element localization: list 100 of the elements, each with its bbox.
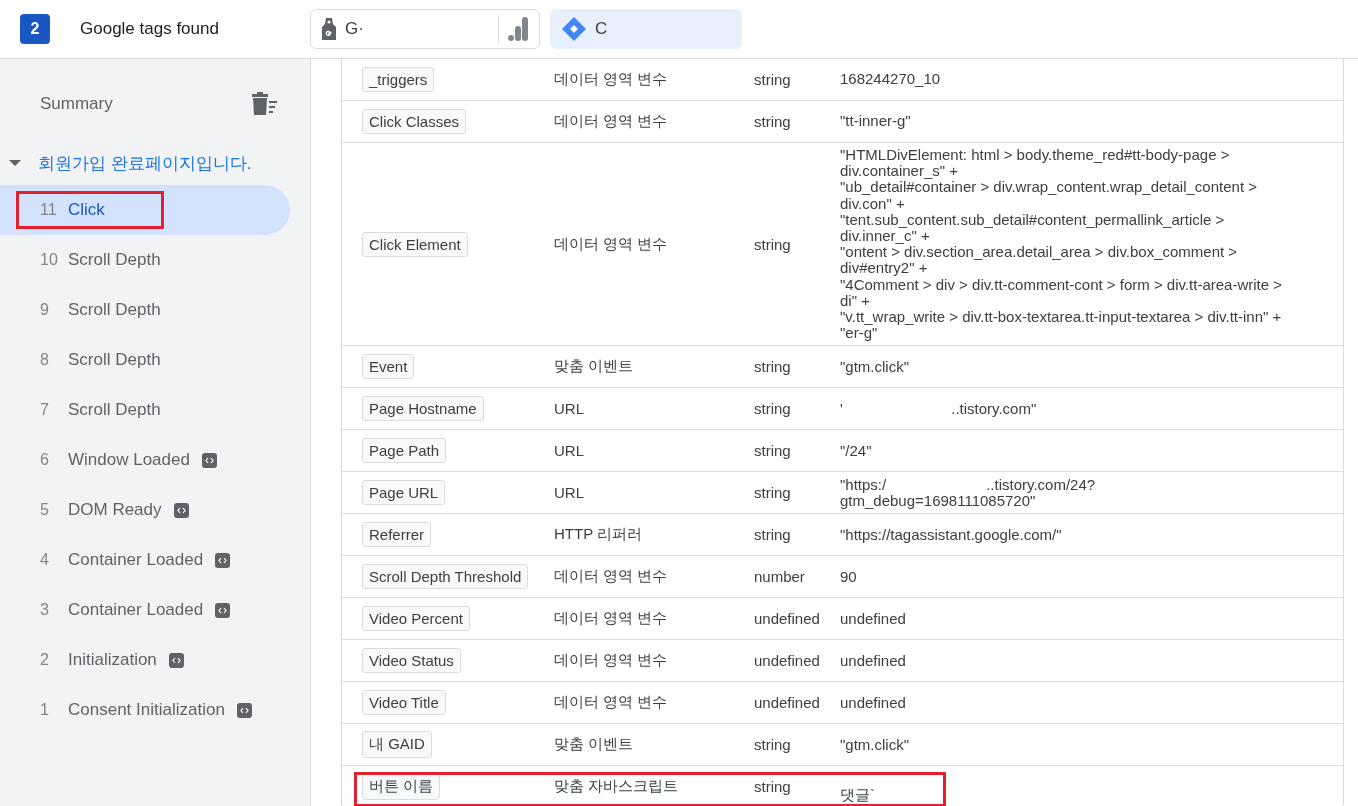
variable-name: Page Path: [362, 438, 447, 464]
variable-name: Video Title: [362, 690, 446, 716]
event-number: 4: [40, 551, 50, 569]
variable-type: 데이터 영역 변수: [554, 693, 669, 713]
event-number: 9: [40, 301, 50, 319]
variable-type: 데이터 영역 변수: [554, 567, 669, 587]
variable-name: Referrer: [362, 522, 431, 548]
event-item[interactable]: 1 Consent Initialization: [0, 685, 290, 735]
variable-value: ' ..tistory.com": [840, 398, 1038, 419]
event-item[interactable]: 11 Click: [0, 185, 290, 235]
variable-value: "https:/ ..tistory.com/24? gtm_debug=1698111085720": [840, 474, 1097, 511]
diamond-icon: [561, 16, 587, 42]
clear-list-icon[interactable]: [250, 92, 278, 116]
event-name: Scroll Depth: [68, 300, 161, 320]
event-item[interactable]: 3 Container Loaded: [0, 585, 290, 635]
event-name: Scroll Depth: [68, 350, 161, 370]
variable-name: Page Hostname: [362, 396, 484, 422]
data-type: string: [754, 235, 792, 253]
event-number: 1: [40, 701, 50, 719]
variable-value: 168244270_10: [840, 69, 942, 90]
variable-type: URL: [554, 484, 585, 502]
data-type: string: [754, 526, 792, 544]
event-name: DOM Ready: [68, 500, 162, 520]
event-item[interactable]: 4 Container Loaded: [0, 535, 290, 585]
analytics-icon: [507, 16, 529, 42]
variable-name: 내 GAID: [362, 731, 432, 759]
variable-name: Scroll Depth Threshold: [362, 564, 529, 590]
variable-type: 맞춤 자바스크립트: [554, 777, 680, 797]
header-title: Google tags found: [80, 19, 220, 39]
variable-value: 90: [840, 566, 858, 587]
variable-name: _triggers: [362, 67, 435, 92]
event-item[interactable]: 6 Window Loaded: [0, 435, 290, 485]
variable-value: undefined: [840, 608, 907, 629]
data-type: string: [754, 71, 792, 88]
variable-name: Click Classes: [362, 109, 466, 134]
variable-type: URL: [554, 400, 585, 418]
event-item[interactable]: 2 Initialization: [0, 635, 290, 685]
caret-icon[interactable]: [8, 159, 22, 167]
event-name: Container Loaded: [68, 550, 204, 570]
event-name: Container Loaded: [68, 600, 204, 620]
event-item[interactable]: 7 Scroll Depth: [0, 385, 290, 435]
variable-type: 데이터 영역 변수: [554, 70, 669, 89]
variable-type: URL: [554, 442, 585, 460]
variable-type: 데이터 영역 변수: [554, 234, 669, 254]
variable-value: "https://tagassistant.google.com/": [840, 524, 1063, 545]
container-chip[interactable]: C: [550, 9, 742, 49]
variable-type: 데이터 영역 변수: [554, 112, 669, 131]
variable-name: Video Percent: [362, 606, 470, 632]
event-name: Consent Initialization: [68, 700, 225, 720]
event-number: 6: [40, 451, 50, 469]
data-type: string: [754, 113, 792, 130]
data-type: string: [754, 484, 792, 502]
variable-name: 버튼 이름: [362, 773, 441, 801]
tag-icon: [321, 17, 337, 41]
variable-name: Page URL: [362, 480, 446, 506]
event-item[interactable]: 10 Scroll Depth: [0, 235, 290, 285]
data-type: undefined: [754, 610, 821, 628]
event-name: Initialization: [68, 650, 157, 670]
variable-type: 데이터 영역 변수: [554, 651, 669, 671]
variable-type: 맞춤 이벤트: [554, 735, 635, 755]
data-type: string: [754, 736, 792, 754]
event-number: 8: [40, 351, 50, 369]
data-type: undefined: [754, 694, 821, 712]
data-type: string: [754, 442, 792, 460]
variable-value: "HTMLDivElement: html > body.theme_red#tt-body-page > div.container_s" + "ub_detail#container > div.wrap_content.wrap_detail_content > div.con" + "tent.sub_content.sub_detail#content_permallink_article > div.inner_c" + "ontent > div.section_area.detail_area > div.box_comment > div#entry2" + "4Comment > div > div.tt-comment-cont > form > div.tt-area-write > di" + "v.tt_wrap_write > div.tt-box-textarea.tt-input-textarea > div.tt-inn" + "er-g": [840, 145, 1283, 344]
variable-value: "gtm.click": [840, 356, 910, 377]
page-title[interactable]: 회원가입 완료페이지입니다.: [38, 151, 252, 175]
summary-label[interactable]: Summary: [40, 94, 113, 114]
tag-chip[interactable]: G·: [310, 9, 540, 49]
data-type: undefined: [754, 652, 821, 670]
event-number: 2: [40, 651, 50, 669]
event-number: 3: [40, 601, 50, 619]
event-name: Scroll Depth: [68, 400, 161, 420]
data-type: string: [754, 358, 792, 376]
event-name: Click: [68, 200, 105, 220]
event-name: Window Loaded: [68, 450, 190, 470]
variable-value: undefined: [840, 692, 907, 713]
event-item[interactable]: 8 Scroll Depth: [0, 335, 290, 385]
variable-type: 맞춤 이벤트: [554, 357, 635, 377]
variable-value: "gtm.click": [840, 734, 910, 755]
event-number: 5: [40, 501, 50, 519]
variable-name: Event: [362, 354, 415, 380]
variable-name: Video Status: [362, 648, 461, 674]
event-item[interactable]: 5 DOM Ready: [0, 485, 290, 535]
variable-value: "tt-inner-g": [840, 111, 912, 132]
event-number: 7: [40, 401, 50, 419]
variable-type: HTTP 리퍼러: [554, 525, 644, 545]
event-item[interactable]: 9 Scroll Depth: [0, 285, 290, 335]
variable-type: 데이터 영역 변수: [554, 609, 669, 629]
data-type: number: [754, 568, 806, 586]
variable-value: "/24": [840, 440, 873, 461]
variable-value: undefined: [840, 650, 907, 671]
variable-value: 댓글`: [840, 784, 876, 805]
event-name: Scroll Depth: [68, 250, 161, 270]
event-number: 10: [40, 251, 59, 269]
data-type: string: [754, 400, 792, 418]
event-number: 11: [40, 201, 58, 219]
variable-name: Click Element: [362, 231, 468, 257]
data-type: string: [754, 778, 792, 796]
tag-count-badge: 2: [20, 14, 50, 44]
